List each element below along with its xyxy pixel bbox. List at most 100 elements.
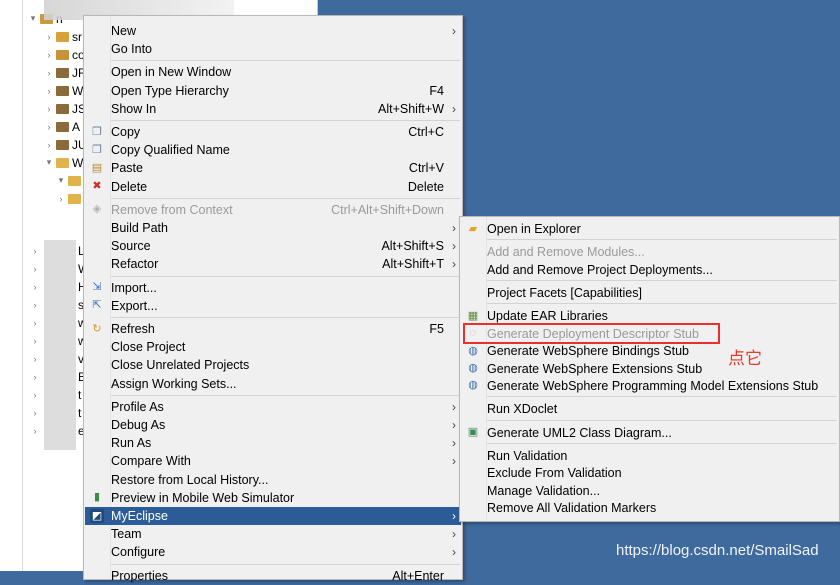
menu-item-shortcut: Alt+Shift+T <box>382 257 444 272</box>
tree-twistie-icon[interactable]: › <box>44 50 54 60</box>
menu-item-remove-all-validation-markers[interactable]: Remove All Validation Markers <box>461 499 838 517</box>
chevron-right-icon: › <box>452 509 456 523</box>
tree-divider <box>22 0 23 571</box>
tree-twistie-icon[interactable]: › <box>30 300 40 310</box>
tree-row[interactable]: › A <box>44 118 81 135</box>
tree-row[interactable]: › co <box>44 46 85 63</box>
menu-item-refresh[interactable]: ↻ Refresh F5 <box>85 320 461 338</box>
menu-item-label: Restore from Local History... <box>111 472 269 487</box>
uml-diagram-icon: ▣ <box>467 426 479 438</box>
tree-twistie-icon[interactable]: › <box>30 336 40 346</box>
tree-twistie-icon[interactable]: › <box>44 122 54 132</box>
menu-item-generate-uml2-class-diagram[interactable]: ▣ Generate UML2 Class Diagram... <box>461 424 838 442</box>
tree-twistie-icon[interactable]: › <box>30 354 40 364</box>
menu-item-open-in-explorer[interactable]: ▰ Open in Explorer <box>461 220 838 238</box>
menu-item-refactor[interactable]: Refactor Alt+Shift+T › <box>85 255 461 273</box>
menu-item-copy-qualified-name[interactable]: ❐ Copy Qualified Name <box>85 141 461 159</box>
tree-twistie-icon[interactable]: › <box>30 426 40 436</box>
menu-item-label: Configure <box>111 545 166 560</box>
tree-twistie-icon[interactable]: › <box>30 264 40 274</box>
menu-item-label: Copy <box>111 125 141 139</box>
menu-item-profile-as[interactable]: Profile As › <box>85 398 461 416</box>
menu-item-myeclipse[interactable]: ◩ MyEclipse › <box>85 507 461 525</box>
menu-item-label: Close Project <box>111 340 186 355</box>
menu-separator <box>487 239 837 241</box>
tree-twistie-icon[interactable]: › <box>56 194 66 204</box>
tree-twistie-icon[interactable]: › <box>30 246 40 256</box>
menu-item-assign-working-sets[interactable]: Assign Working Sets... <box>85 375 461 393</box>
menu-item-properties[interactable]: Properties Alt+Enter <box>85 567 461 585</box>
menu-item-label: Generate WebSphere Extensions Stub <box>487 361 703 376</box>
menu-item-build-path[interactable]: Build Path › <box>85 219 461 237</box>
menu-item-go-into[interactable]: Go Into <box>85 40 461 58</box>
menu-item-label: Compare With <box>111 454 191 469</box>
menu-separator <box>487 280 837 282</box>
menu-separator <box>111 197 460 199</box>
menu-item-generate-websphere-programming-model-extensions-stub[interactable]: ◍ Generate WebSphere Programming Model Ex… <box>461 377 838 395</box>
tree-row-label: t <box>78 387 82 402</box>
menu-item-shortcut: Alt+Shift+S <box>381 239 444 254</box>
menu-item-open-in-new-window[interactable]: Open in New Window <box>85 63 461 81</box>
websphere-icon: ◍ <box>468 379 478 392</box>
tree-twistie-icon[interactable]: ▾ <box>44 157 54 168</box>
tree-row[interactable]: › <box>56 190 84 207</box>
menu-item-run-as[interactable]: Run As › <box>85 434 461 452</box>
tree-twistie-icon[interactable]: › <box>30 390 40 400</box>
tree-twistie-icon[interactable]: › <box>30 408 40 418</box>
source-folder-icon <box>56 31 69 42</box>
menu-item-shortcut: F4 <box>429 83 444 98</box>
menu-item-label: Open in Explorer <box>487 222 581 236</box>
menu-item-add-and-remove-project-deployments[interactable]: Add and Remove Project Deployments... <box>461 261 838 279</box>
library-icon <box>56 67 69 78</box>
menu-item-exclude-from-validation[interactable]: Exclude From Validation <box>461 464 838 482</box>
menu-item-generate-websphere-bindings-stub[interactable]: ◍ Generate WebSphere Bindings Stub <box>461 342 838 360</box>
tree-row[interactable]: › JR <box>44 64 87 81</box>
menu-separator <box>111 317 460 318</box>
menu-item-generate-websphere-extensions-stub[interactable]: ◍ Generate WebSphere Extensions Stub <box>461 360 838 378</box>
menu-item-show-in[interactable]: Show In Alt+Shift+W › <box>85 100 461 118</box>
menu-item-project-facets-capabilities[interactable]: Project Facets [Capabilities] <box>461 284 838 302</box>
menu-item-import[interactable]: ⇲ Import... <box>85 279 461 297</box>
tree-twistie-icon[interactable]: › <box>44 68 54 78</box>
tree-twistie-icon[interactable]: ▾ <box>56 175 66 186</box>
chevron-right-icon: › <box>452 221 456 235</box>
menu-item-open-type-hierarchy[interactable]: Open Type Hierarchy F4 <box>85 82 461 100</box>
menu-item-paste[interactable]: ▤ Paste Ctrl+V <box>85 159 461 177</box>
menu-item-label: Profile As <box>111 399 164 414</box>
menu-item-configure[interactable]: Configure › <box>85 543 461 561</box>
menu-item-preview-in-mobile-web-simulator[interactable]: ▮ Preview in Mobile Web Simulator <box>85 489 461 507</box>
tree-row[interactable]: ›W <box>44 82 84 99</box>
menu-item-run-xdoclet[interactable]: Run XDoclet <box>461 400 838 418</box>
folder-icon <box>68 175 81 186</box>
menu-item-team[interactable]: Team › <box>85 525 461 543</box>
menu-item-label: Run As <box>111 436 152 451</box>
menu-item-delete[interactable]: ✖ Delete Delete <box>85 178 461 196</box>
tree-twistie-icon[interactable]: › <box>44 140 54 150</box>
menu-item-new[interactable]: New › <box>85 22 461 40</box>
menu-item-restore-from-local-history[interactable]: Restore from Local History... <box>85 471 461 489</box>
tree-row[interactable]: › sr <box>44 28 83 45</box>
tree-twistie-icon[interactable]: › <box>30 318 40 328</box>
tree-row[interactable]: › JU <box>44 136 87 153</box>
tree-twistie-icon[interactable]: › <box>30 282 40 292</box>
tree-row[interactable]: ▾ <box>56 172 84 189</box>
tree-row[interactable]: › JS <box>44 100 87 117</box>
tree-twistie-icon[interactable]: › <box>30 372 40 382</box>
menu-item-copy[interactable]: ❐ Copy Ctrl+C <box>85 123 461 141</box>
tree-twistie-icon[interactable]: › <box>44 86 54 96</box>
menu-item-close-project[interactable]: Close Project <box>85 338 461 356</box>
tree-twistie-icon[interactable]: ▾ <box>28 13 38 24</box>
tree-twistie-icon[interactable]: › <box>44 104 54 114</box>
menu-item-debug-as[interactable]: Debug As › <box>85 416 461 434</box>
menu-item-export[interactable]: ⇱ Export... <box>85 297 461 315</box>
menu-item-shortcut: F5 <box>429 322 444 336</box>
tree-row[interactable]: ▾ W <box>44 154 84 171</box>
copy-icon: ❐ <box>92 143 102 156</box>
menu-item-manage-validation[interactable]: Manage Validation... <box>461 482 838 500</box>
library-icon <box>56 103 69 114</box>
menu-item-compare-with[interactable]: Compare With › <box>85 452 461 470</box>
menu-item-close-unrelated-projects[interactable]: Close Unrelated Projects <box>85 356 461 374</box>
menu-item-run-validation[interactable]: Run Validation <box>461 447 838 465</box>
tree-twistie-icon[interactable]: › <box>44 32 54 42</box>
menu-item-source[interactable]: Source Alt+Shift+S › <box>85 237 461 255</box>
